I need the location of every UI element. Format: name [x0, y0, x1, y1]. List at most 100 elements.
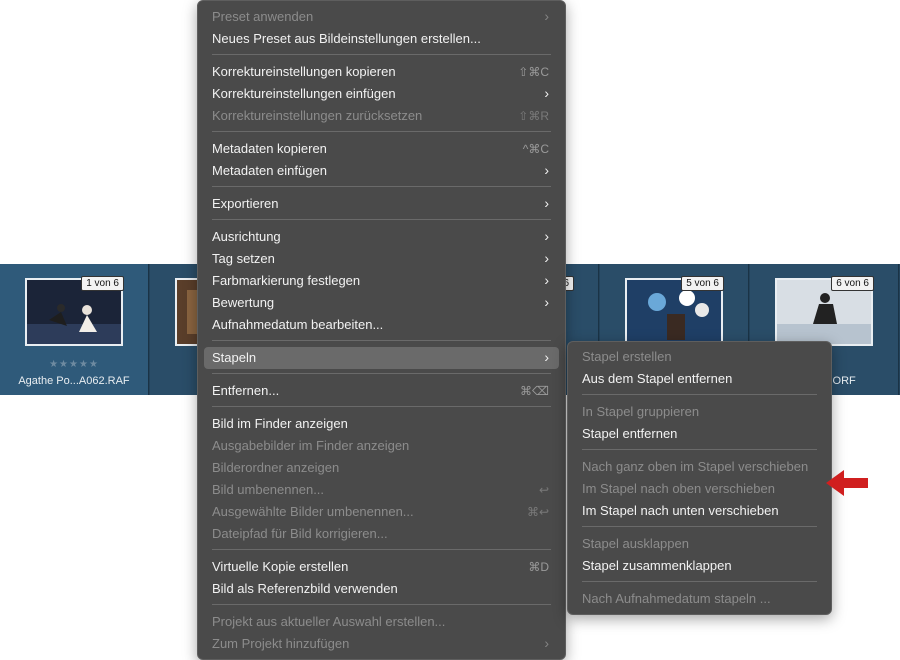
- menu-item-label: Dateipfad für Bild korrigieren...: [212, 526, 388, 541]
- menu-item-label: Korrektureinstellungen kopieren: [212, 64, 396, 79]
- menu-separator: [212, 186, 551, 187]
- menu-item-label: Im Stapel nach unten verschieben: [582, 503, 779, 518]
- thumbnail-filename: Agathe Po...A062.RAF: [18, 375, 130, 387]
- context-menu: Preset anwenden › Neues Preset aus Bildein…: [197, 0, 566, 660]
- menu-separator: [212, 54, 551, 55]
- menu-item-label: Korrektureinstellungen einfügen: [212, 86, 396, 101]
- menu-item-label: Preset anwenden: [212, 9, 314, 24]
- menu-item-label: Entfernen...: [212, 383, 280, 398]
- menu-item-in-stapel-gruppieren[interactable]: In Stapel gruppieren: [574, 401, 825, 423]
- menu-item-stapel-erstellen[interactable]: Stapel erstellen: [574, 346, 825, 368]
- stack-count-badge: 5 von 6: [681, 276, 724, 291]
- menu-separator: [212, 604, 551, 605]
- chevron-right-icon: ›: [544, 228, 549, 244]
- chevron-right-icon: ›: [544, 8, 549, 24]
- menu-item-label: Stapeln: [212, 350, 257, 365]
- menu-item-label: Virtuelle Kopie erstellen: [212, 559, 349, 574]
- keyboard-shortcut: ⌘⌫: [520, 384, 549, 398]
- menu-item-metadaten-kopieren[interactable]: Metadaten kopieren ^⌘C: [204, 138, 559, 160]
- menu-item-label: Im Stapel nach oben verschieben: [582, 481, 775, 496]
- menu-item-korrektureinstellungen-einfügen[interactable]: Korrektureinstellungen einfügen ›: [204, 83, 559, 105]
- menu-separator: [582, 449, 817, 450]
- chevron-right-icon: ›: [544, 635, 549, 651]
- chevron-right-icon: ›: [544, 162, 549, 178]
- menu-item-zum-projekt-hinzufügen[interactable]: Zum Projekt hinzufügen ›: [204, 633, 559, 655]
- menu-item-label: Farbmarkierung festlegen: [212, 273, 361, 288]
- menu-item-label: Bild als Referenzbild verwenden: [212, 581, 398, 596]
- keyboard-shortcut: ⌘D: [528, 560, 549, 574]
- menu-item-virtuelle-kopie-erstellen[interactable]: Virtuelle Kopie erstellen ⌘D: [204, 556, 559, 578]
- menu-item-label: Ausrichtung: [212, 229, 281, 244]
- menu-item-label: Zum Projekt hinzufügen: [212, 636, 350, 651]
- menu-item-exportieren[interactable]: Exportieren ›: [204, 193, 559, 215]
- menu-item-stapel-entfernen[interactable]: Stapel entfernen: [574, 423, 825, 445]
- menu-item-bewertung[interactable]: Bewertung ›: [204, 292, 559, 314]
- menu-item-im-stapel-nach-oben-verschieben[interactable]: Im Stapel nach oben verschieben: [574, 478, 825, 500]
- menu-item-label: Metadaten kopieren: [212, 141, 327, 156]
- menu-item-projekt-aus-aktueller-auswahl-erstellen[interactable]: Projekt aus aktueller Auswahl erstellen.…: [204, 611, 559, 633]
- chevron-right-icon: ›: [544, 294, 549, 310]
- menu-item-im-stapel-nach-unten-verschieben[interactable]: Im Stapel nach unten verschieben: [574, 500, 825, 522]
- menu-item-bild-umbenennen[interactable]: Bild umbenennen... ↩: [204, 479, 559, 501]
- menu-item-ausgabebilder-im-finder-anzeigen[interactable]: Ausgabebilder im Finder anzeigen: [204, 435, 559, 457]
- filmstrip-thumbnail[interactable]: 1 von 6 ★★★★★ Agathe Po...A062.RAF: [0, 264, 149, 395]
- menu-item-aus-dem-stapel-entfernen[interactable]: Aus dem Stapel entfernen: [574, 368, 825, 390]
- keyboard-shortcut: ^⌘C: [522, 142, 549, 156]
- menu-item-tag-setzen[interactable]: Tag setzen ›: [204, 248, 559, 270]
- menu-item-label: Bild umbenennen...: [212, 482, 325, 497]
- menu-item-label: Nach ganz oben im Stapel verschieben: [582, 459, 809, 474]
- menu-item-korrektureinstellungen-kopieren[interactable]: Korrektureinstellungen kopieren ⇧⌘C: [204, 61, 559, 83]
- chevron-right-icon: ›: [544, 349, 549, 365]
- menu-item-bilderordner-anzeigen[interactable]: Bilderordner anzeigen: [204, 457, 559, 479]
- menu-item-label: Ausgewählte Bilder umbenennen...: [212, 504, 414, 519]
- menu-item-nach-aufnahmedatum-stapeln[interactable]: Nach Aufnahmedatum stapeln ...: [574, 588, 825, 610]
- menu-item-farbmarkierung-festlegen[interactable]: Farbmarkierung festlegen ›: [204, 270, 559, 292]
- menu-separator: [582, 581, 817, 582]
- menu-item-label: Stapel zusammenklappen: [582, 558, 732, 573]
- keyboard-shortcut: ⇧⌘R: [518, 109, 549, 123]
- menu-item-metadaten-einfügen[interactable]: Metadaten einfügen ›: [204, 160, 559, 182]
- menu-item-label: Aufnahmedatum bearbeiten...: [212, 317, 384, 332]
- menu-separator: [582, 394, 817, 395]
- menu-separator: [212, 131, 551, 132]
- menu-item-label: Ausgabebilder im Finder anzeigen: [212, 438, 410, 453]
- menu-item-neues-preset-aus-bildeinstellungen-erstellen[interactable]: Neues Preset aus Bildeinstellungen erste…: [204, 28, 559, 50]
- menu-item-label: Neues Preset aus Bildeinstellungen erste…: [212, 31, 481, 46]
- menu-separator: [212, 219, 551, 220]
- menu-item-stapel-ausklappen[interactable]: Stapel ausklappen: [574, 533, 825, 555]
- menu-separator: [212, 373, 551, 374]
- keyboard-shortcut: ⌘↩: [526, 505, 549, 519]
- menu-separator: [212, 340, 551, 341]
- menu-item-dateipfad-für-bild-korrigieren[interactable]: Dateipfad für Bild korrigieren...: [204, 523, 559, 545]
- menu-item-stapel-zusammenklappen[interactable]: Stapel zusammenklappen: [574, 555, 825, 577]
- menu-item-label: Korrektureinstellungen zurücksetzen: [212, 108, 423, 123]
- keyboard-shortcut: ↩: [538, 483, 549, 497]
- menu-item-preset-anwenden[interactable]: Preset anwenden ›: [204, 6, 559, 28]
- menu-item-aufnahmedatum-bearbeiten[interactable]: Aufnahmedatum bearbeiten...: [204, 314, 559, 336]
- menu-item-label: Metadaten einfügen: [212, 163, 327, 178]
- chevron-right-icon: ›: [544, 250, 549, 266]
- menu-item-label: In Stapel gruppieren: [582, 404, 700, 419]
- rating-stars[interactable]: ★★★★★: [0, 359, 148, 370]
- stack-count-badge: 1 von 6: [81, 276, 124, 291]
- red-pointer-arrow-icon: [826, 470, 868, 496]
- menu-item-label: Exportieren: [212, 196, 279, 211]
- menu-item-ausrichtung[interactable]: Ausrichtung ›: [204, 226, 559, 248]
- chevron-right-icon: ›: [544, 85, 549, 101]
- menu-item-nach-ganz-oben-im-stapel-verschieben[interactable]: Nach ganz oben im Stapel verschieben: [574, 456, 825, 478]
- menu-separator: [582, 526, 817, 527]
- menu-item-bild-im-finder-anzeigen[interactable]: Bild im Finder anzeigen: [204, 413, 559, 435]
- keyboard-shortcut: ⇧⌘C: [518, 65, 549, 79]
- menu-item-label: Bewertung: [212, 295, 275, 310]
- menu-item-bild-als-referenzbild-verwenden[interactable]: Bild als Referenzbild verwenden: [204, 578, 559, 600]
- chevron-right-icon: ›: [544, 195, 549, 211]
- menu-item-ausgewählte-bilder-umbenennen[interactable]: Ausgewählte Bilder umbenennen... ⌘↩: [204, 501, 559, 523]
- menu-item-korrektureinstellungen-zurücksetzen[interactable]: Korrektureinstellungen zurücksetzen ⇧⌘R: [204, 105, 559, 127]
- stapeln-submenu: Stapel erstellen Aus dem Stapel entfernen…: [567, 341, 832, 615]
- menu-item-stapeln[interactable]: Stapeln ›: [204, 347, 559, 369]
- menu-item-entfernen[interactable]: Entfernen... ⌘⌫: [204, 380, 559, 402]
- chevron-right-icon: ›: [544, 272, 549, 288]
- stack-count-badge: 6 von 6: [831, 276, 874, 291]
- menu-item-label: Bilderordner anzeigen: [212, 460, 340, 475]
- menu-separator: [212, 406, 551, 407]
